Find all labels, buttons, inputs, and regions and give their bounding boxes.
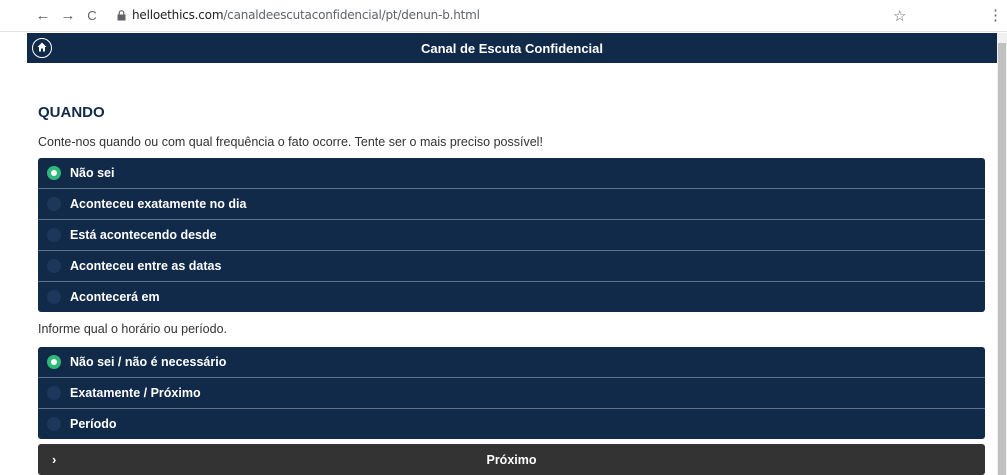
when-option-label: Acontecerá em <box>70 290 160 304</box>
when-option[interactable]: Não sei <box>38 158 985 189</box>
back-arrow-icon[interactable]: ← <box>33 6 53 26</box>
radio-unchecked-icon[interactable] <box>47 228 61 242</box>
next-button[interactable]: › Próximo <box>38 444 985 475</box>
radio-checked-icon[interactable] <box>47 166 61 180</box>
forward-arrow-icon[interactable]: → <box>58 6 78 26</box>
browser-toolbar: ← → C helloethics.com/canaldeescutaconfi… <box>0 0 1007 32</box>
lock-icon <box>117 10 126 21</box>
when-option-label: Está acontecendo desde <box>70 228 217 242</box>
next-button-label: Próximo <box>486 453 537 467</box>
time-option-label: Período <box>70 417 117 431</box>
when-option[interactable]: Aconteceu exatamente no dia <box>38 189 985 220</box>
when-option-label: Aconteceu exatamente no dia <box>70 197 247 211</box>
radio-unchecked-icon[interactable] <box>47 417 61 431</box>
when-option-label: Aconteceu entre as datas <box>70 259 222 273</box>
radio-checked-icon[interactable] <box>47 355 61 369</box>
address-bar[interactable]: helloethics.com/canaldeescutaconfidencia… <box>132 8 480 22</box>
app-header: Canal de Escuta Confidencial <box>27 33 997 63</box>
url-host: helloethics.com <box>132 8 224 22</box>
url-path: /canaldeescutaconfidencial/pt/denun-b.ht… <box>223 8 480 22</box>
time-option[interactable]: Período <box>38 409 985 439</box>
page-title: Canal de Escuta Confidencial <box>420 41 604 56</box>
reload-icon[interactable]: C <box>82 6 102 26</box>
time-instruction: Informe qual o horário ou período. <box>38 322 228 336</box>
time-option-label: Não sei / não é necessário <box>70 355 227 369</box>
browser-menu-icon[interactable]: ⋮ <box>988 6 1003 24</box>
bookmark-star-icon[interactable]: ☆ <box>893 7 906 25</box>
when-option[interactable]: Está acontecendo desde <box>38 220 985 251</box>
time-option-group: Não sei / não é necessário Exatamente / P… <box>38 347 985 439</box>
radio-unchecked-icon[interactable] <box>47 290 61 304</box>
when-option-group: Não sei Aconteceu exatamente no dia Está a… <box>38 158 985 312</box>
when-option-label: Não sei <box>70 166 115 180</box>
time-option[interactable]: Exatamente / Próximo <box>38 378 985 409</box>
scrollbar-thumb[interactable] <box>998 43 1006 475</box>
radio-unchecked-icon[interactable] <box>47 386 61 400</box>
when-instruction: Conte-nos quando ou com qual frequência … <box>38 135 543 149</box>
time-option-label: Exatamente / Próximo <box>70 386 201 400</box>
when-option[interactable]: Acontecerá em <box>38 282 985 312</box>
radio-unchecked-icon[interactable] <box>47 259 61 273</box>
section-heading: QUANDO <box>38 104 105 121</box>
when-option[interactable]: Aconteceu entre as datas <box>38 251 985 282</box>
time-option[interactable]: Não sei / não é necessário <box>38 347 985 378</box>
radio-unchecked-icon[interactable] <box>47 197 61 211</box>
